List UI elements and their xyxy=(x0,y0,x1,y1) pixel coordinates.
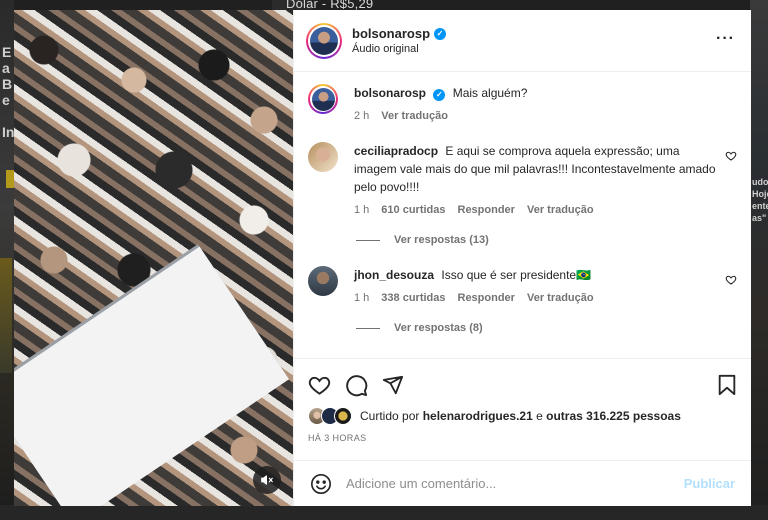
paper-plane-icon[interactable] xyxy=(382,374,404,396)
view-replies-button[interactable]: Ver respostas (8) xyxy=(356,322,737,334)
translate-link[interactable]: Ver tradução xyxy=(527,292,594,304)
background-tile-right xyxy=(750,0,768,520)
likes-user[interactable]: helenarodrigues.21 xyxy=(423,409,533,423)
caption-username[interactable]: bolsonarosp xyxy=(354,86,426,100)
caption-age[interactable]: 2 h xyxy=(354,110,369,122)
audio-label[interactable]: Áudio original xyxy=(352,43,446,55)
comment-composer: Publicar xyxy=(294,460,751,506)
post-modal: bolsonarosp ✓ Áudio original ··· bolsona… xyxy=(14,10,751,506)
reply-button[interactable]: Responder xyxy=(458,292,515,304)
comment-meta: 1 h 610 curtidas Responder Ver tradução xyxy=(354,204,717,216)
comment-item: jhon_desouza Isso que é ser presidente🇧🇷… xyxy=(308,266,737,304)
verified-badge-icon: ✓ xyxy=(434,27,447,40)
heart-icon[interactable] xyxy=(308,374,331,397)
likes-prefix: Curtido por xyxy=(360,409,420,423)
comment-heart-icon[interactable] xyxy=(725,274,737,286)
comment-meta: 1 h 338 curtidas Responder Ver tradução xyxy=(354,292,717,304)
comment-text: Isso que é ser presidente🇧🇷 xyxy=(441,268,592,282)
view-replies-button[interactable]: Ver respostas (13) xyxy=(356,234,737,246)
comment-heart-icon[interactable] xyxy=(725,150,737,162)
post-actions: Curtido por helenarodrigues.21 e outras … xyxy=(294,358,751,460)
comment-text-row: jhon_desouza Isso que é ser presidente🇧🇷 xyxy=(354,266,717,284)
likers-avatars[interactable] xyxy=(308,407,352,425)
background-side-text: udo Hoje ente as" xyxy=(752,177,768,223)
bookmark-icon[interactable] xyxy=(717,374,737,396)
post-timestamp[interactable]: HÁ 3 HORAS xyxy=(308,433,737,443)
likes-connector: e xyxy=(536,409,543,423)
author-username-row: bolsonarosp ✓ xyxy=(352,26,447,41)
author-username[interactable]: bolsonarosp xyxy=(352,26,430,41)
comment-bubble-icon[interactable] xyxy=(345,374,368,397)
translate-link[interactable]: Ver tradução xyxy=(527,204,594,216)
caption-translate-link[interactable]: Ver tradução xyxy=(381,110,448,122)
caption-author-avatar[interactable] xyxy=(308,84,338,114)
author-avatar-image xyxy=(310,26,338,55)
comments-list[interactable]: bolsonarosp ✓ Mais alguém? 2 h Ver tradu… xyxy=(294,72,751,358)
muted-speaker-icon xyxy=(261,475,273,485)
emoji-icon[interactable] xyxy=(310,473,332,495)
comment-likes[interactable]: 610 curtidas xyxy=(381,204,445,216)
caption-text: Mais alguém? xyxy=(452,86,528,100)
comment-age[interactable]: 1 h xyxy=(354,204,369,216)
caption-text-row: bolsonarosp ✓ Mais alguém? xyxy=(354,84,717,102)
reply-button[interactable]: Responder xyxy=(458,204,515,216)
comment-username[interactable]: jhon_desouza xyxy=(354,268,434,282)
verified-badge-icon: ✓ xyxy=(433,89,446,101)
post-header: bolsonarosp ✓ Áudio original ··· xyxy=(294,10,751,72)
caption-avatar-image xyxy=(311,87,335,111)
likes-others[interactable]: outras 316.225 pessoas xyxy=(546,409,681,423)
mute-button[interactable] xyxy=(253,466,281,494)
comment-username[interactable]: ceciliapradocp xyxy=(354,144,438,158)
comment-item: ceciliapradocp E aqui se comprova aquela… xyxy=(308,142,737,216)
commenter-avatar[interactable] xyxy=(308,142,338,172)
post-video[interactable] xyxy=(14,10,293,506)
comment-input[interactable] xyxy=(346,476,684,491)
comment-likes[interactable]: 338 curtidas xyxy=(381,292,445,304)
background-image-strip xyxy=(0,258,12,373)
likes-summary: Curtido por helenarodrigues.21 e outras … xyxy=(308,407,737,425)
caption-meta: 2 h Ver tradução xyxy=(354,110,717,122)
comment-text-row: ceciliapradocp E aqui se comprova aquela… xyxy=(354,142,717,196)
post-caption: bolsonarosp ✓ Mais alguém? 2 h Ver tradu… xyxy=(308,84,737,122)
publish-button[interactable]: Publicar xyxy=(684,476,735,491)
more-options-icon[interactable]: ··· xyxy=(716,31,735,47)
action-icon-row xyxy=(308,369,737,401)
author-avatar[interactable] xyxy=(306,22,342,59)
commenter-avatar[interactable] xyxy=(308,266,338,296)
post-side-panel: bolsonarosp ✓ Áudio original ··· bolsona… xyxy=(293,10,751,506)
background-tile-bottom xyxy=(0,505,768,520)
comment-age[interactable]: 1 h xyxy=(354,292,369,304)
